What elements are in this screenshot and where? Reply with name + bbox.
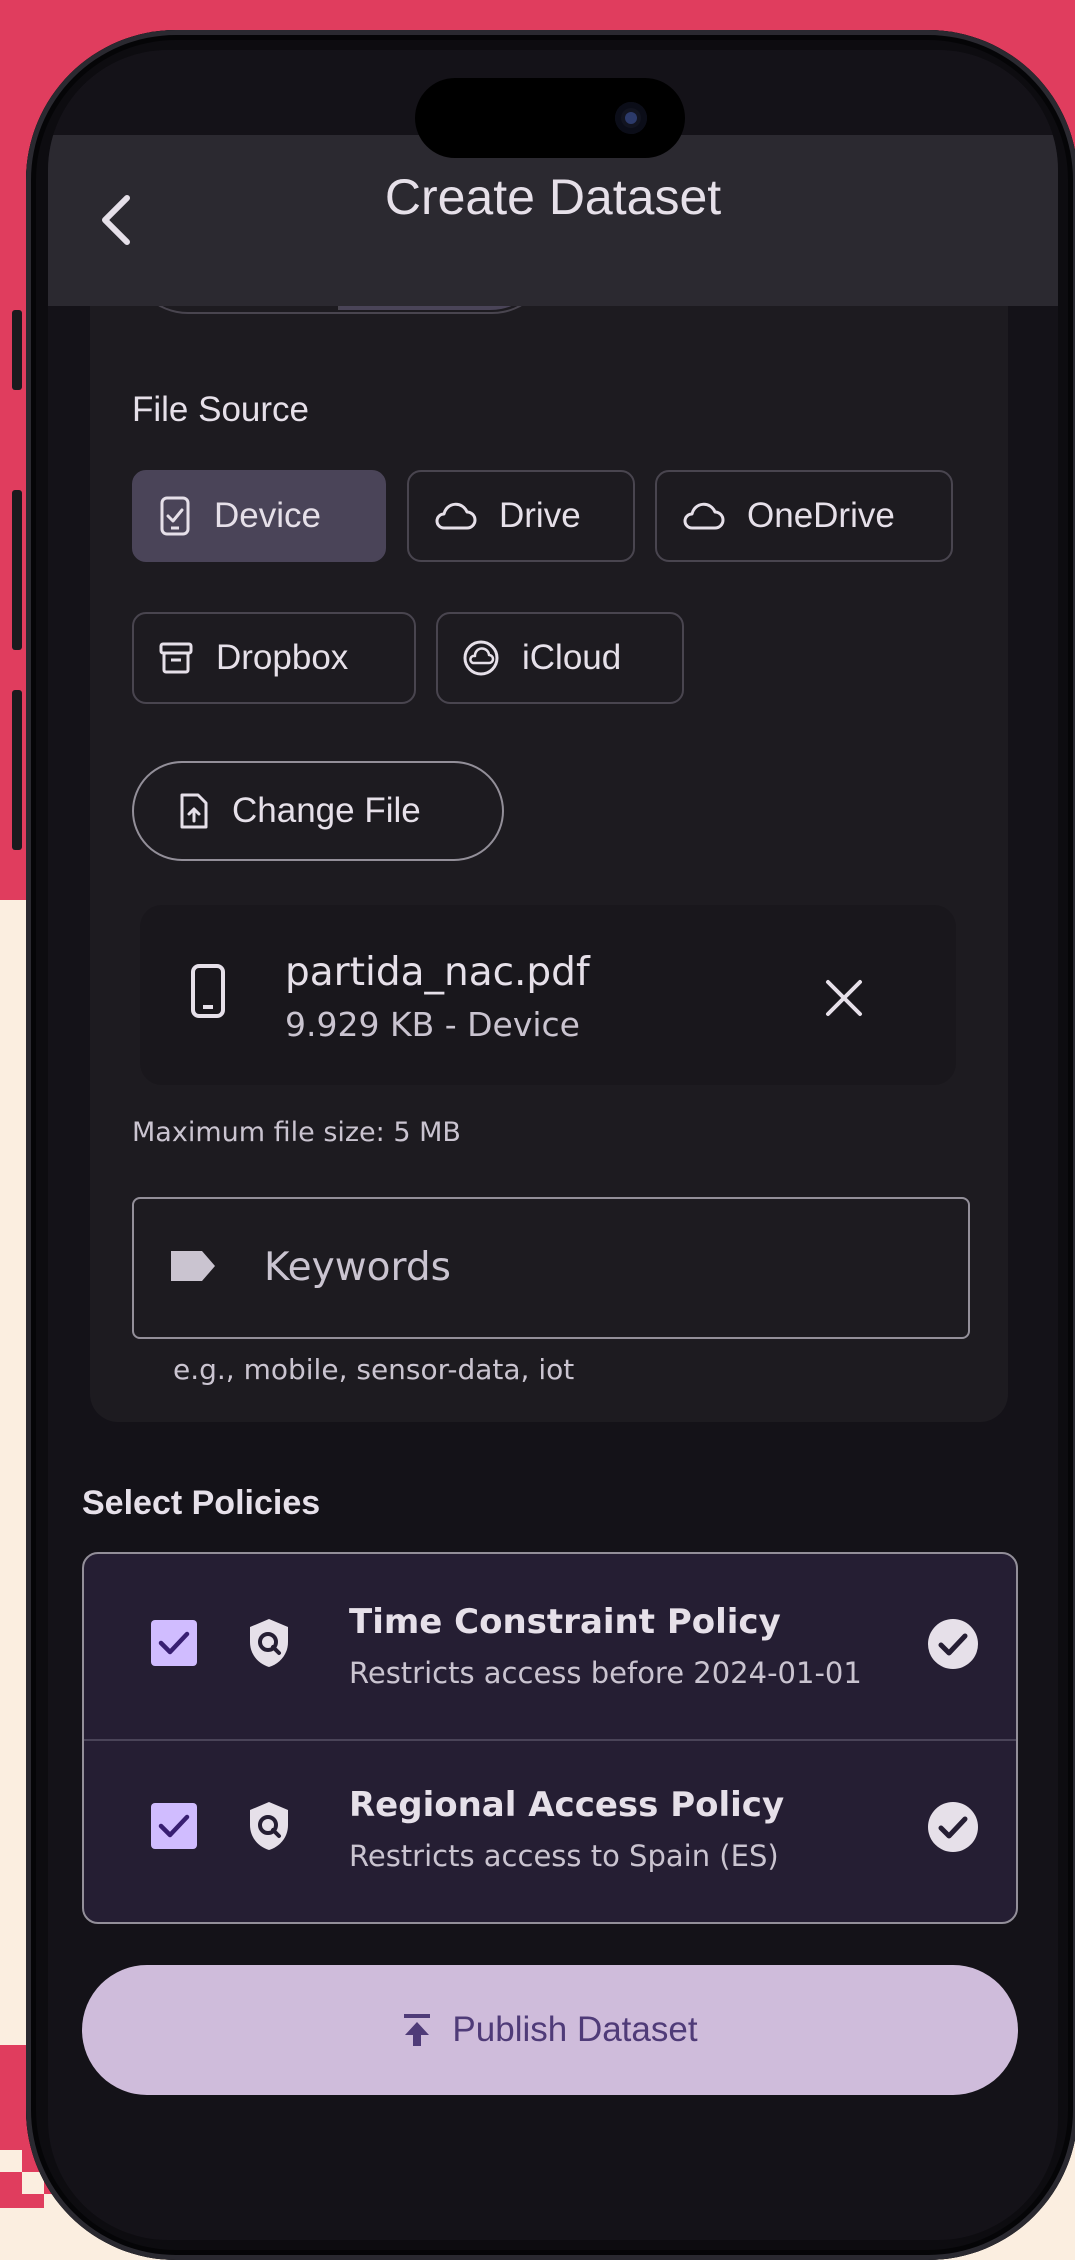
phone-screen: Create Dataset File Source Device Drive … bbox=[48, 50, 1058, 2240]
publish-label: Publish Dataset bbox=[452, 2010, 698, 2049]
phone-action-button bbox=[12, 310, 22, 390]
page-title: Create Dataset bbox=[384, 169, 722, 225]
policy-title: Regional Access Policy bbox=[349, 1785, 785, 1825]
source-chip-label: OneDrive bbox=[747, 496, 895, 535]
source-chip-label: Device bbox=[214, 496, 321, 535]
policy-subtitle: Restricts access to Spain (ES) bbox=[349, 1839, 779, 1873]
policy-item-time-constraint[interactable]: Time Constraint Policy Restricts access … bbox=[84, 1554, 1016, 1739]
label-tag-icon bbox=[171, 1251, 215, 1281]
file-upload-icon bbox=[180, 793, 208, 829]
phone-volume-up-button bbox=[12, 490, 22, 650]
camera-icon bbox=[615, 102, 647, 134]
file-name: partida_nac.pdf bbox=[285, 950, 590, 995]
change-file-button[interactable]: Change File bbox=[132, 761, 504, 861]
keywords-placeholder: Keywords bbox=[264, 1245, 451, 1290]
check-circle-icon bbox=[928, 1619, 978, 1669]
policies-list: Time Constraint Policy Restricts access … bbox=[82, 1552, 1018, 1924]
checkbox-checked[interactable] bbox=[151, 1620, 197, 1666]
source-chip-label: iCloud bbox=[522, 638, 622, 677]
file-meta: 9.929 KB - Device bbox=[285, 1005, 580, 1044]
source-chip-label: Dropbox bbox=[216, 638, 349, 677]
source-chip-dropbox[interactable]: Dropbox bbox=[132, 612, 416, 704]
icloud-icon bbox=[463, 640, 499, 676]
publish-dataset-button[interactable]: Publish Dataset bbox=[82, 1965, 1018, 2095]
checkbox-checked[interactable] bbox=[151, 1803, 197, 1849]
smartphone-icon bbox=[191, 964, 225, 1018]
source-chip-icloud[interactable]: iCloud bbox=[436, 612, 684, 704]
policy-item-regional-access[interactable]: Regional Access Policy Restricts access … bbox=[84, 1741, 1016, 1922]
publish-upload-icon bbox=[404, 2014, 431, 2046]
max-file-size-hint: Maximum file size: 5 MB bbox=[132, 1117, 461, 1148]
source-chip-label: Drive bbox=[499, 496, 581, 535]
phone-check-icon bbox=[160, 496, 190, 536]
pixel-decoration bbox=[0, 2150, 22, 2172]
policy-shield-icon bbox=[250, 1619, 288, 1667]
file-source-label: File Source bbox=[132, 390, 310, 429]
dynamic-island bbox=[415, 78, 685, 158]
cloud-icon bbox=[683, 502, 725, 530]
source-chip-drive[interactable]: Drive bbox=[407, 470, 635, 562]
select-policies-label: Select Policies bbox=[82, 1484, 321, 1522]
close-icon[interactable] bbox=[816, 970, 872, 1026]
policy-shield-icon bbox=[250, 1802, 288, 1850]
phone-volume-down-button bbox=[12, 690, 22, 850]
archive-box-icon bbox=[159, 642, 193, 674]
keywords-input[interactable] bbox=[132, 1197, 970, 1339]
policy-subtitle: Restricts access before 2024-01-01 bbox=[349, 1656, 862, 1690]
source-chip-onedrive[interactable]: OneDrive bbox=[655, 470, 953, 562]
check-circle-icon bbox=[928, 1802, 978, 1852]
source-chip-device[interactable]: Device bbox=[132, 470, 386, 562]
change-file-label: Change File bbox=[232, 791, 421, 830]
cloud-icon bbox=[435, 502, 477, 530]
keywords-hint: e.g., mobile, sensor-data, iot bbox=[173, 1353, 575, 1386]
policy-title: Time Constraint Policy bbox=[349, 1602, 781, 1642]
